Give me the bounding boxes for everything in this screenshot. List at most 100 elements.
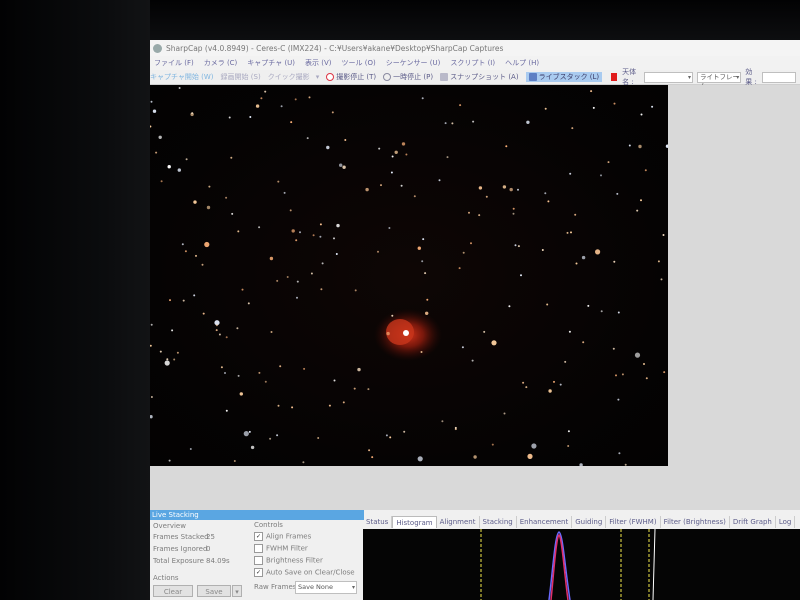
star: [159, 350, 162, 353]
chevron-down-icon: ▾: [687, 73, 691, 81]
star: [548, 389, 552, 393]
tab-drift-graph[interactable]: Drift Graph: [730, 516, 776, 528]
menu-view[interactable]: 表示 (V): [305, 58, 331, 68]
star: [571, 127, 574, 130]
star: [169, 299, 171, 302]
star: [249, 116, 252, 118]
menu-help[interactable]: ヘルプ (H): [505, 58, 539, 68]
chevron-down-icon: ▾: [351, 584, 355, 591]
star: [312, 234, 315, 237]
menu-sequencer[interactable]: シーケンサー (U): [386, 58, 441, 68]
tab-guiding[interactable]: Guiding: [572, 516, 607, 528]
star: [150, 323, 153, 326]
tab-histogram[interactable]: Histogram: [392, 516, 437, 528]
tab-alignment[interactable]: Alignment: [437, 516, 480, 528]
star: [218, 333, 221, 336]
start-recording-button[interactable]: 録画開始 (S): [221, 72, 261, 82]
star: [502, 185, 507, 189]
star: [568, 330, 571, 333]
effect-label: 効果 :: [745, 68, 757, 86]
star: [451, 122, 454, 125]
star: [394, 150, 398, 154]
star: [326, 145, 330, 150]
star: [569, 172, 572, 175]
effect-combo[interactable]: [762, 71, 796, 83]
raw-frames-combo[interactable]: Save None ▾: [295, 581, 357, 594]
align-frames-checkbox[interactable]: ✓ Align Frames: [254, 532, 311, 541]
brightness-filter-checkbox[interactable]: Brightness Filter: [254, 556, 323, 565]
star: [258, 371, 261, 374]
tab-status[interactable]: Status: [363, 516, 393, 528]
star: [193, 200, 197, 204]
image-viewport[interactable]: [150, 85, 800, 515]
star: [167, 165, 171, 169]
menu-camera[interactable]: カメラ (C): [204, 58, 238, 68]
star: [483, 330, 486, 333]
star: [665, 144, 668, 148]
pause-button[interactable]: 一時停止 (P): [383, 72, 433, 82]
star: [150, 344, 152, 347]
fwhm-filter-label: FWHM Filter: [266, 544, 308, 553]
start-capture-button[interactable]: キャプチャ開始 (W): [150, 72, 214, 82]
fwhm-filter-checkbox[interactable]: FWHM Filter: [254, 544, 308, 553]
star: [403, 430, 406, 433]
star: [590, 90, 593, 93]
star: [333, 237, 335, 240]
star: [575, 262, 578, 265]
star: [276, 279, 279, 282]
star: [286, 276, 289, 278]
star: [472, 120, 475, 123]
star: [391, 314, 394, 317]
star: [339, 163, 343, 167]
tab-filter-fwhm[interactable]: Filter (FWHM): [606, 516, 661, 528]
tab-log[interactable]: Log: [776, 516, 796, 528]
menu-scripting[interactable]: スクリプト (I): [450, 58, 495, 68]
star: [470, 242, 472, 245]
brightness-filter-label: Brightness Filter: [266, 556, 323, 565]
pause-icon: [383, 73, 392, 81]
star: [335, 253, 338, 255]
monitor-bezel-left: [0, 0, 150, 600]
chevron-down-icon: ▾: [736, 73, 740, 81]
target-name-combo[interactable]: ▾: [644, 71, 693, 83]
snapshot-button[interactable]: スナップショット (A): [440, 72, 519, 82]
auto-save-checkbox[interactable]: ✓ Auto Save on Clear/Close: [254, 568, 355, 577]
align-frames-label: Align Frames: [266, 532, 312, 541]
star: [644, 169, 647, 172]
star: [517, 188, 519, 191]
star: [389, 436, 392, 439]
star: [509, 187, 513, 192]
quick-capture-button[interactable]: クイック撮影 ▾: [268, 72, 320, 82]
star: [215, 329, 218, 332]
star: [296, 296, 298, 299]
star: [544, 107, 547, 110]
star: [461, 346, 464, 349]
menu-capture[interactable]: キャプチャ (U): [247, 58, 295, 68]
star: [422, 238, 425, 241]
live-stack-button[interactable]: ライブスタック (L): [525, 72, 603, 82]
actions-label: Actions: [153, 574, 179, 582]
save-dropdown-icon[interactable]: ▾: [232, 585, 242, 597]
menu-tools[interactable]: ツール (O): [342, 58, 376, 68]
frame-type-combo[interactable]: ライトフレーム ▾: [697, 71, 742, 90]
star: [317, 437, 320, 439]
star: [177, 168, 181, 172]
snapshot-icon: [440, 73, 449, 81]
stop-recording-button[interactable]: 撮影停止 (T): [326, 72, 376, 82]
star: [634, 352, 641, 358]
checkbox-icon: [254, 544, 263, 553]
stop-square-icon[interactable]: [611, 73, 618, 81]
tab-filter-brightness[interactable]: Filter (Brightness): [661, 516, 730, 528]
star: [295, 239, 298, 242]
star: [342, 165, 346, 169]
chevron-down-icon[interactable]: ▾: [316, 73, 320, 81]
tab-stacking[interactable]: Stacking: [480, 516, 517, 528]
live-stack-tabs: Status Histogram Alignment Stacking Enha…: [363, 516, 800, 528]
star: [255, 104, 260, 108]
menu-file[interactable]: ファイル (F): [154, 58, 194, 68]
star: [171, 329, 174, 332]
save-button[interactable]: Save: [197, 585, 231, 597]
tab-enhancement[interactable]: Enhancement: [517, 516, 573, 528]
clear-button[interactable]: Clear: [153, 585, 193, 597]
histogram-graph[interactable]: [363, 529, 800, 600]
